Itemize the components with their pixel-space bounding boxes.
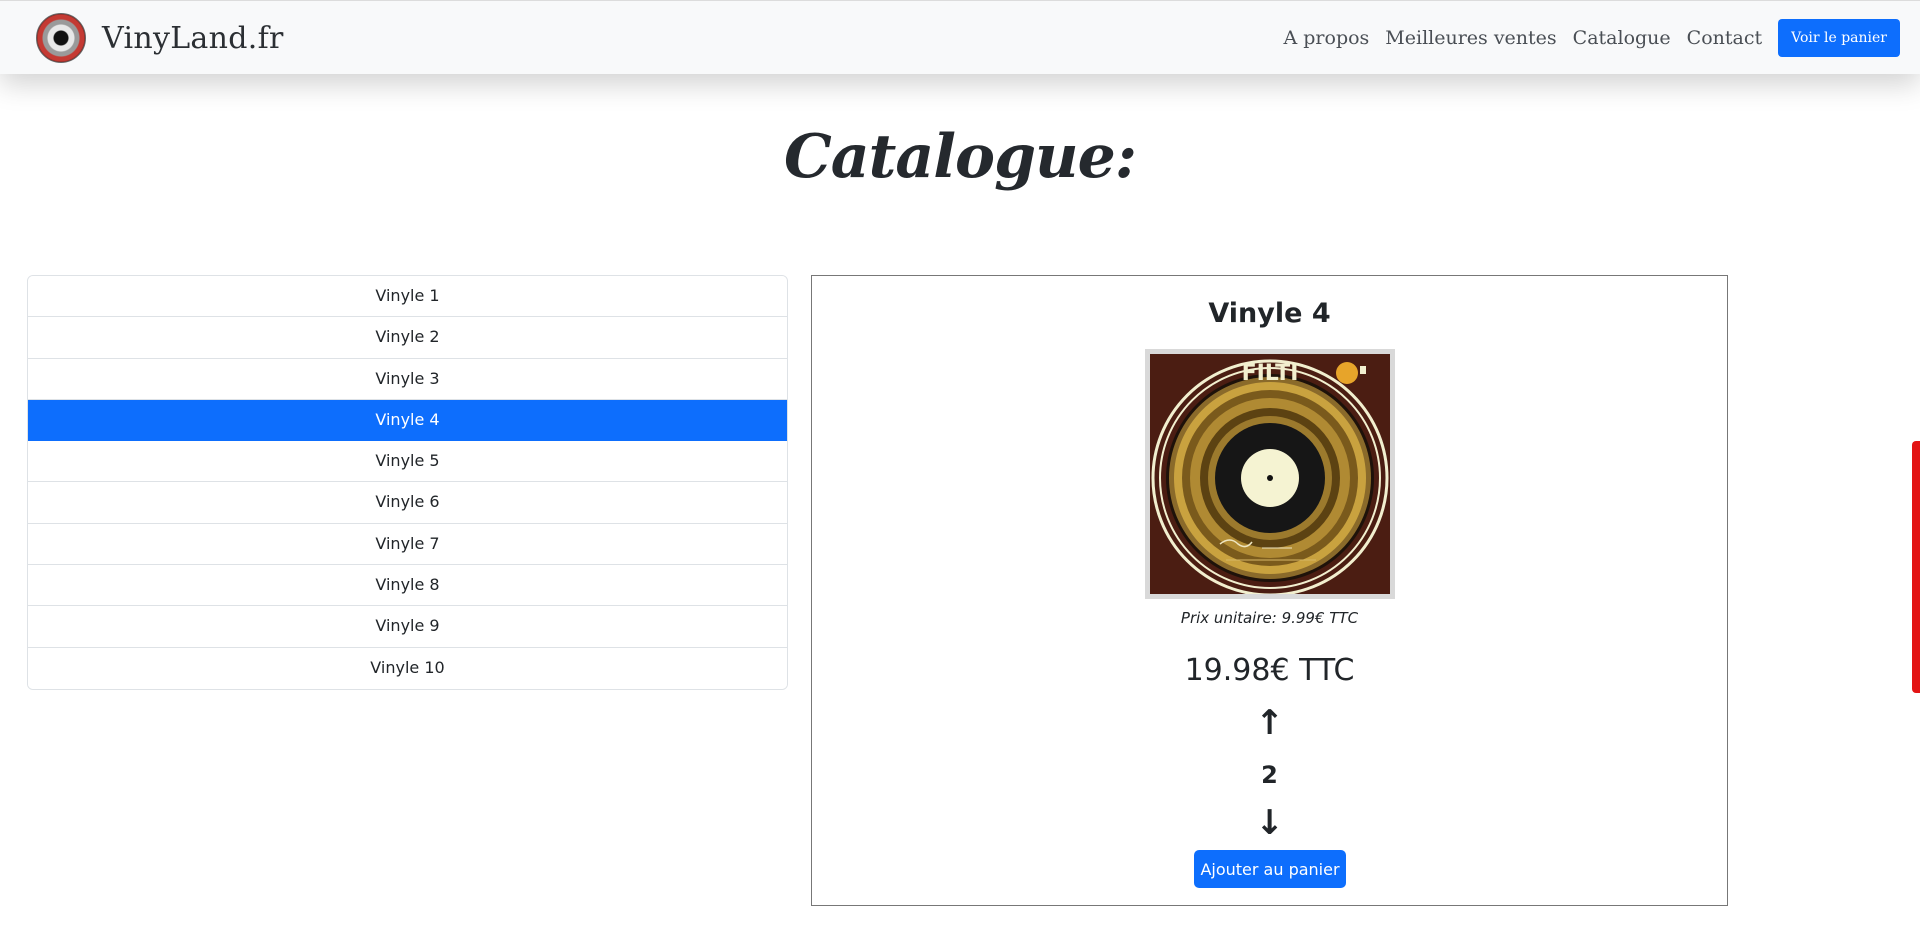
cover-title: FILTI bbox=[1242, 361, 1299, 386]
unit-price: Prix unitaire: 9.99€ TTC bbox=[1180, 609, 1359, 627]
catalog-item-vinyle-7[interactable]: Vinyle 7 bbox=[28, 523, 787, 566]
product-name: Vinyle 4 bbox=[1208, 298, 1331, 329]
catalog-item-vinyle-9[interactable]: Vinyle 9 bbox=[28, 606, 787, 648]
quantity-value: 2 bbox=[1261, 761, 1278, 789]
catalog-item-vinyle-5[interactable]: Vinyle 5 bbox=[28, 441, 787, 483]
brand-name: VinyLand.fr bbox=[102, 20, 284, 56]
nav-link-a-propos[interactable]: A propos bbox=[1284, 27, 1370, 49]
vinyl-logo-icon bbox=[36, 13, 86, 63]
view-cart-button[interactable]: Voir le panier bbox=[1778, 19, 1900, 57]
nav-link-meilleures-ventes[interactable]: Meilleures ventes bbox=[1385, 27, 1556, 49]
album-cover-image: FILTI bbox=[1150, 354, 1390, 594]
catalog-item-vinyle-4[interactable]: Vinyle 4 bbox=[28, 399, 787, 442]
catalog-item-vinyle-6[interactable]: Vinyle 6 bbox=[28, 482, 787, 524]
nav-links: A propos Meilleures ventes Catalogue Con… bbox=[1284, 19, 1900, 57]
navbar: VinyLand.fr A propos Meilleures ventes C… bbox=[0, 0, 1920, 74]
vinyl-record-icon: FILTI bbox=[1150, 354, 1390, 594]
decrease-quantity-arrow-icon[interactable]: ↓ bbox=[812, 806, 1727, 840]
increase-quantity-arrow-icon[interactable]: ↑ bbox=[812, 706, 1727, 740]
page-title: Catalogue: bbox=[784, 122, 1137, 192]
catalog-item-vinyle-8[interactable]: Vinyle 8 bbox=[28, 565, 787, 607]
brand-link[interactable]: VinyLand.fr bbox=[36, 13, 284, 63]
catalog-list: Vinyle 1 Vinyle 2 Vinyle 3 Vinyle 4 Viny… bbox=[27, 275, 788, 690]
add-to-cart-button[interactable]: Ajouter au panier bbox=[1194, 850, 1346, 888]
catalog-item-vinyle-3[interactable]: Vinyle 3 bbox=[28, 358, 787, 400]
catalog-item-vinyle-1[interactable]: Vinyle 1 bbox=[28, 276, 787, 318]
catalog-item-vinyle-2[interactable]: Vinyle 2 bbox=[28, 317, 787, 359]
album-cover: FILTI bbox=[1145, 349, 1395, 599]
nav-link-contact[interactable]: Contact bbox=[1687, 27, 1762, 49]
scrollbar-thumb[interactable] bbox=[1912, 441, 1920, 693]
product-card: Vinyle 4 FILTI Prix unitaire: 9.99€ TTC … bbox=[811, 275, 1728, 906]
catalog-item-vinyle-10[interactable]: Vinyle 10 bbox=[28, 647, 787, 689]
total-price: 19.98€ TTC bbox=[1184, 653, 1355, 688]
nav-link-catalogue[interactable]: Catalogue bbox=[1573, 27, 1671, 49]
